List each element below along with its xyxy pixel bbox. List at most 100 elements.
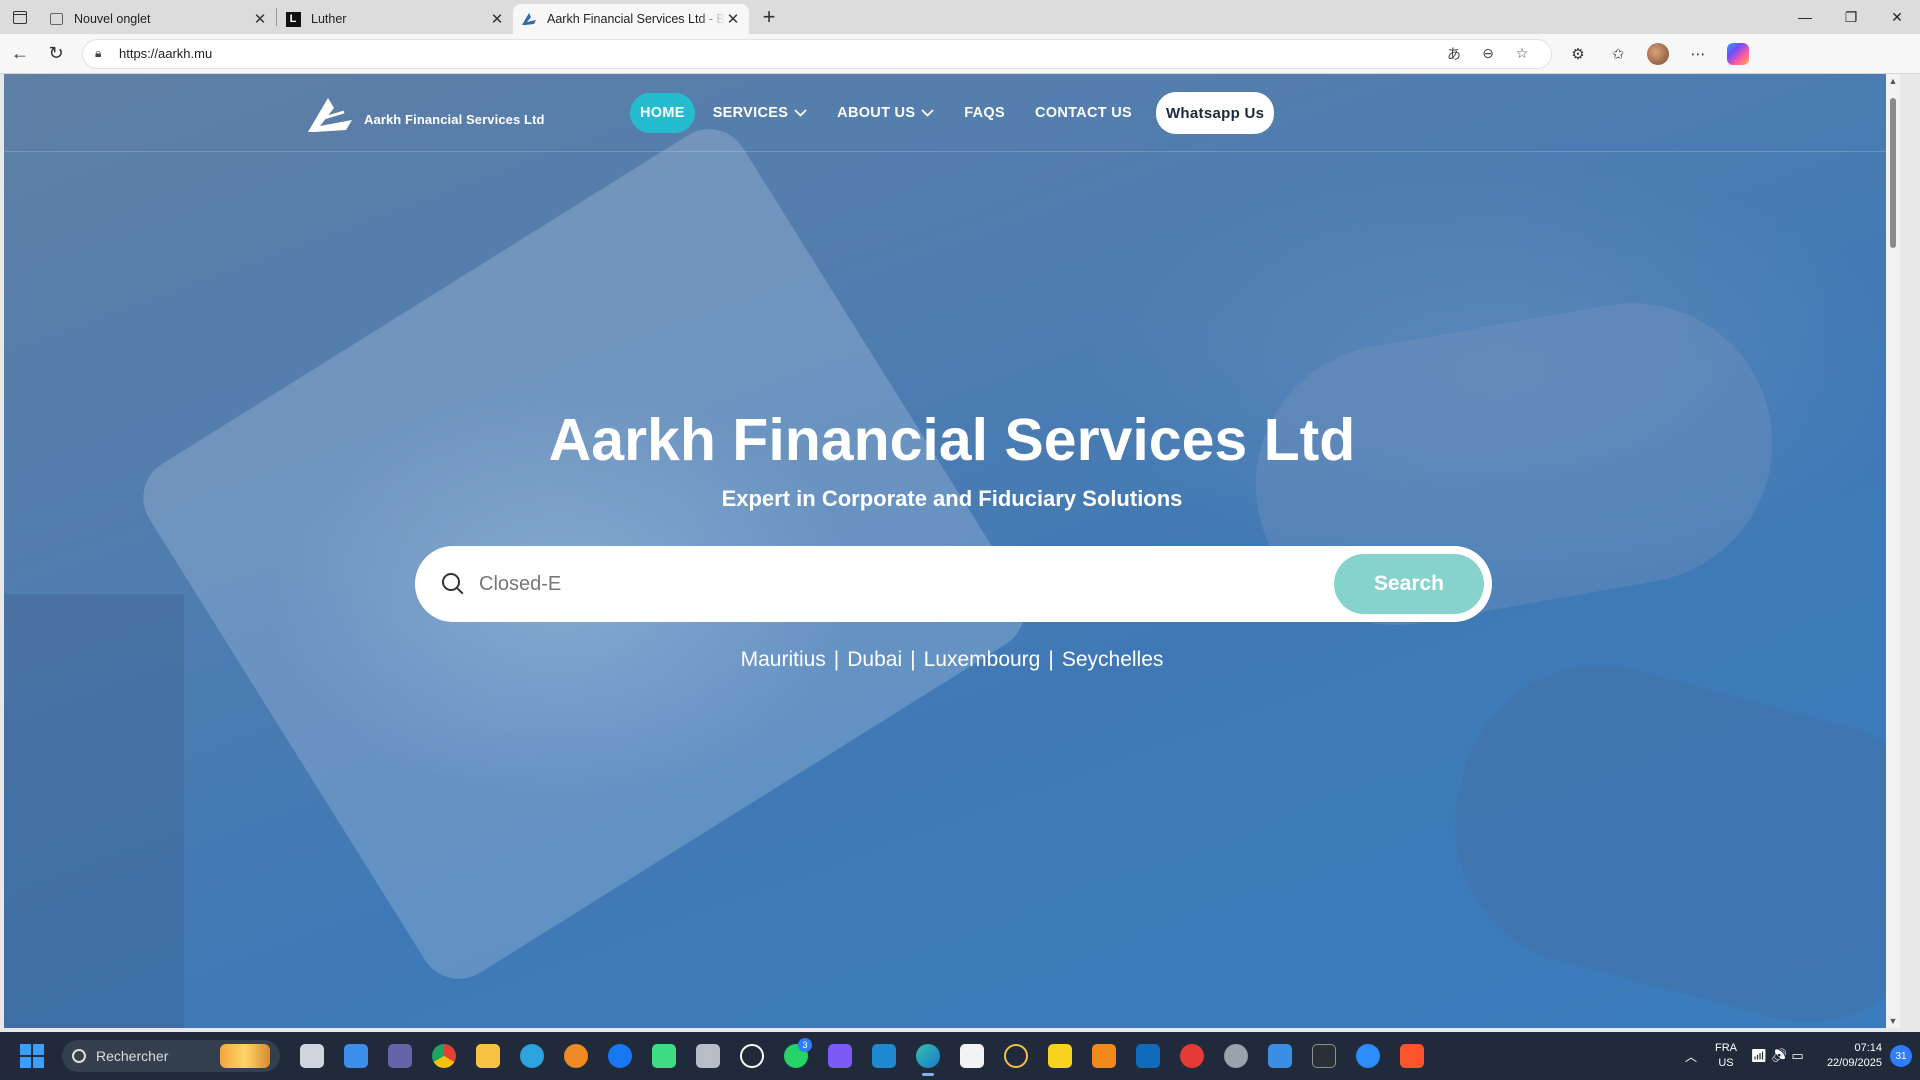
url-bar[interactable]: 🔒︎ https://aarkh.mu あ ⊖ ☆ [82,38,1552,69]
close-tab-icon[interactable]: ✕ [252,10,268,28]
location-separator: | [833,648,840,671]
favorite-star-icon[interactable]: ☆ [1505,45,1539,62]
tab-actions-icon[interactable] [0,0,40,34]
url-text[interactable]: https://aarkh.mu [119,46,1437,61]
nav-services-label: SERVICES [712,105,789,121]
close-window-icon[interactable]: ✕ [1874,0,1920,34]
taskbar-apps: 3 [290,1034,1434,1078]
mail-icon[interactable] [818,1034,862,1078]
location-luxembourg[interactable]: Luxembourg [924,648,1041,671]
brave-icon[interactable] [1390,1034,1434,1078]
start-button[interactable] [8,1032,56,1080]
new-tab-favicon-icon [48,11,64,27]
window-controls: — ❐ ✕ [1782,0,1920,34]
location-dubai[interactable]: Dubai [847,648,902,671]
minimize-icon[interactable]: — [1782,0,1828,34]
terminal-icon[interactable] [1302,1034,1346,1078]
tab-nouvel-onglet[interactable]: Nouvel onglet ✕ [40,4,276,34]
widgets-icon[interactable] [334,1034,378,1078]
search-button[interactable]: Search [1334,554,1484,614]
search-input[interactable]: Closed-E [479,573,1334,596]
nav-contact[interactable]: CONTACT US [1023,93,1144,133]
page-scrollbar[interactable]: ▲ ▼ [1886,74,1900,1028]
vscode-icon[interactable] [862,1034,906,1078]
logo-text: Aarkh Financial Services Ltd [364,111,545,127]
location-seychelles[interactable]: Seychelles [1062,648,1164,671]
chrome-icon[interactable] [422,1034,466,1078]
restore-icon[interactable]: ❐ [1828,0,1874,34]
read-aloud-icon[interactable]: あ [1437,44,1471,64]
luther-favicon-icon: L [285,11,301,27]
language-code: FRA [1715,1042,1737,1054]
nav-about-label: ABOUT US [837,105,916,121]
close-tab-icon[interactable]: ✕ [489,10,505,28]
tracking-icon[interactable]: ⊖ [1471,45,1505,62]
facebook-icon[interactable] [598,1034,642,1078]
tab-aarkh[interactable]: Aarkh Financial Services Ltd - Best ✕ [513,4,749,34]
system-tray: ︿ FRA US 📶︎🔊︎▭ 07:14 22/09/2025 31 [1676,1032,1920,1080]
whatsapp-badge: 3 [798,1038,812,1052]
record-icon[interactable] [1170,1034,1214,1078]
tab-luther[interactable]: L Luther ✕ [277,4,513,34]
main-nav: HOME SERVICES ABOUT US FAQS CONTACT US W… [630,92,1280,134]
address-toolbar: ← ↻ 🔒︎ https://aarkh.mu あ ⊖ ☆ ⚙ ✩ ⋯ [0,34,1920,74]
taskbar-search[interactable]: Rechercher [62,1040,280,1072]
nav-home[interactable]: HOME [630,93,695,133]
file-explorer-icon[interactable] [466,1034,510,1078]
whatsapp-icon[interactable]: 3 [774,1034,818,1078]
telegram-icon[interactable] [510,1034,554,1078]
chevron-up-icon[interactable]: ︿ [1676,1048,1706,1065]
edge-icon[interactable] [906,1034,950,1078]
taskbar-search-label: Rechercher [96,1048,169,1064]
site-header: Aarkh Financial Services Ltd HOME SERVIC… [4,74,1900,152]
aarkh-favicon-icon [521,11,537,27]
teams-icon[interactable] [378,1034,422,1078]
back-icon[interactable]: ← [2,36,38,72]
keyboard-layout: US [1718,1057,1734,1069]
scroll-up-icon[interactable]: ▲ [1886,76,1900,86]
store-icon[interactable] [950,1034,994,1078]
chevron-down-icon [794,106,807,120]
search-icon [441,572,465,596]
clock[interactable]: 07:14 22/09/2025 [1812,1041,1882,1071]
webpage-viewport: Aarkh Financial Services Ltd HOME SERVIC… [4,74,1900,1028]
profile-avatar[interactable] [1638,36,1678,72]
whatsapp-button[interactable]: Whatsapp Us [1155,92,1275,134]
scroll-down-icon[interactable]: ▼ [1886,1016,1900,1026]
date: 22/09/2025 [1826,1057,1882,1069]
tab-title: Nouvel onglet [74,12,151,26]
refresh-icon[interactable]: ↻ [38,36,74,72]
scrollbar-thumb[interactable] [1890,98,1896,248]
copilot-icon[interactable] [1718,36,1758,72]
site-logo[interactable]: Aarkh Financial Services Ltd [306,94,545,134]
network-volume-battery-icon[interactable]: 📶︎🔊︎▭ [1746,1048,1812,1064]
nav-about[interactable]: ABOUT US [825,93,946,133]
task-view-icon[interactable] [290,1034,334,1078]
printer-icon[interactable] [686,1034,730,1078]
outlook-icon[interactable] [1126,1034,1170,1078]
close-tab-icon[interactable]: ✕ [725,10,741,28]
search-app-icon[interactable] [554,1034,598,1078]
hero-title: Aarkh Financial Services Ltd [548,407,1356,473]
new-tab-button[interactable]: + [755,3,783,31]
sublime-icon[interactable] [1082,1034,1126,1078]
todo-icon[interactable] [1258,1034,1302,1078]
hero-background-sleeve [1423,634,1900,1028]
location-mauritius[interactable]: Mauritius [741,648,826,671]
extensions-icon[interactable]: ⚙ [1558,36,1598,72]
hero-search-bar: Closed-E Search [415,546,1492,622]
paw-app-icon[interactable] [994,1034,1038,1078]
zoom-icon[interactable] [1346,1034,1390,1078]
nav-faqs[interactable]: FAQS [952,93,1017,133]
android-studio-icon[interactable] [642,1034,686,1078]
nav-services[interactable]: SERVICES [701,93,819,133]
tab-title: Luther [311,12,347,26]
favorites-icon[interactable]: ✩ [1598,36,1638,72]
tab-title: Aarkh Financial Services Ltd - Best [547,12,725,26]
settings-icon[interactable] [1214,1034,1258,1078]
language-indicator[interactable]: FRA US [1706,1041,1746,1071]
player-icon[interactable] [1038,1034,1082,1078]
chatgpt-icon[interactable] [730,1034,774,1078]
more-menu-icon[interactable]: ⋯ [1678,36,1718,72]
notification-badge[interactable]: 31 [1890,1045,1912,1067]
